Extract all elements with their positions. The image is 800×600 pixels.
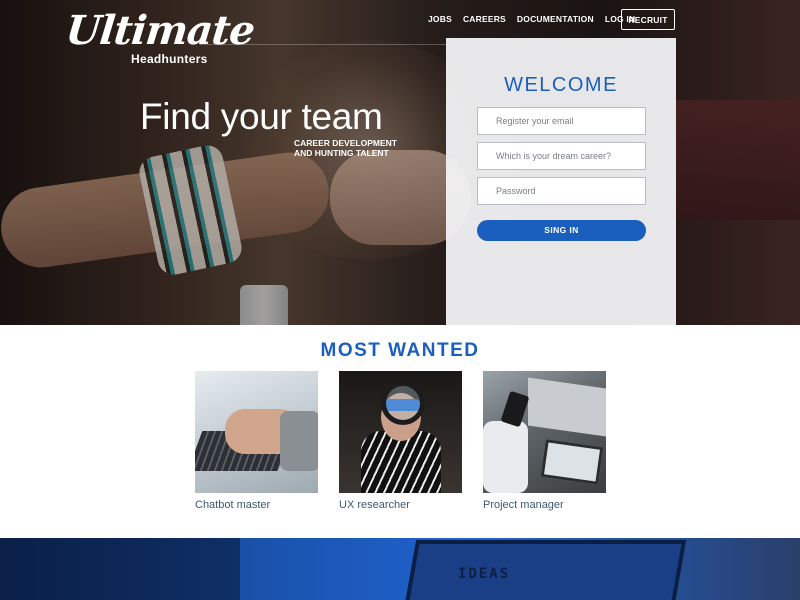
most-wanted-title: MOST WANTED <box>320 340 480 361</box>
hero-subline-line-1: CAREER DEVELOPMENT <box>294 138 397 148</box>
hero-headline: Find your team <box>140 96 383 137</box>
hero-section: Ultimate Headhunters JOBS CAREERS DOCUME… <box>0 0 800 325</box>
job-card-chatbot-master[interactable]: Chatbot master <box>195 371 318 511</box>
nav-divider <box>200 44 446 45</box>
job-card-image[interactable] <box>339 371 462 493</box>
login-title: WELCOME <box>504 74 618 96</box>
arm-graphic <box>483 421 528 493</box>
main-nav: JOBS CAREERS DOCUMENTATION LOG IN <box>428 14 646 24</box>
job-card-ux-researcher[interactable]: UX researcher <box>339 371 462 511</box>
site-logo[interactable]: Ultimate Headhunters <box>63 7 257 68</box>
dream-career-field[interactable] <box>477 142 646 170</box>
sign-in-button[interactable]: SING IN <box>477 220 646 241</box>
hero-subline: CAREER DEVELOPMENT AND HUNTING TALENT <box>294 138 404 158</box>
sleeve-graphic <box>280 411 318 471</box>
laptop-graphic <box>528 377 606 437</box>
job-card-image[interactable] <box>195 371 318 493</box>
login-panel: WELCOME SING IN <box>446 38 676 325</box>
tablet-graphic <box>540 439 604 485</box>
email-field[interactable] <box>477 107 646 135</box>
logo-wordmark: Ultimate <box>63 7 257 54</box>
ideas-banner: IDEAS <box>0 538 800 600</box>
job-card-image[interactable] <box>483 371 606 493</box>
nav-link-documentation[interactable]: DOCUMENTATION <box>517 14 594 24</box>
password-field[interactable] <box>477 177 646 205</box>
nav-link-careers[interactable]: CAREERS <box>463 14 506 24</box>
job-card-project-manager[interactable]: Project manager <box>483 371 606 511</box>
job-card-caption[interactable]: Project manager <box>483 499 606 511</box>
banner-ideas-text: IDEAS <box>458 566 511 582</box>
magnifying-glass-icon <box>381 381 425 425</box>
recruit-button[interactable]: RECRUIT <box>621 9 675 30</box>
banner-shadow <box>0 538 240 600</box>
nav-link-jobs[interactable]: JOBS <box>428 14 452 24</box>
phone-graphic <box>500 390 530 428</box>
hero-subline-line-2: AND HUNTING TALENT <box>294 148 389 158</box>
logo-subtitle: Headhunters <box>131 52 208 66</box>
job-card-caption[interactable]: Chatbot master <box>195 499 318 511</box>
banner-laptop-graphic <box>403 540 687 600</box>
job-card-caption[interactable]: UX researcher <box>339 499 462 511</box>
